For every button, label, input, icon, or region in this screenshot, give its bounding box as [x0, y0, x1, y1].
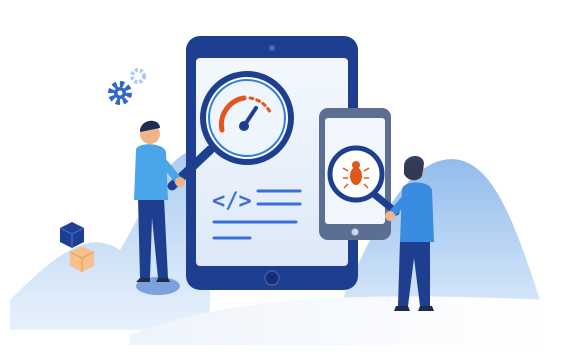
illustration-canvas: </>: [10, 36, 550, 345]
illustration: </>: [0, 0, 563, 363]
gear-icon: [108, 68, 146, 105]
code-icon: </>: [212, 189, 252, 214]
